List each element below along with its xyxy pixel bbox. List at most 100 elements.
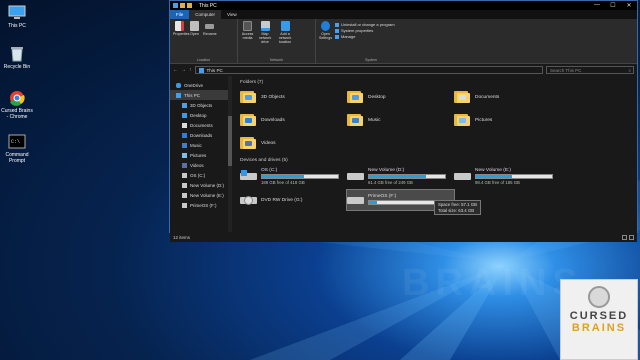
drive-dvd-g[interactable]: DVD RW Drive (G:): [240, 190, 347, 210]
nav-item-os-c[interactable]: OS (C:): [170, 170, 232, 180]
nav-item-label: Videos: [190, 162, 204, 168]
nav-item-volume-e[interactable]: New Volume (E:): [170, 190, 232, 200]
download-icon: [182, 132, 187, 138]
folder-videos[interactable]: Videos: [240, 134, 347, 152]
nav-item-label: 3D Objects: [190, 102, 213, 108]
new-folder-icon[interactable]: [187, 3, 192, 8]
folder-icon: [454, 90, 470, 104]
pictures-icon: [182, 152, 187, 158]
nav-item-music[interactable]: Music: [170, 140, 232, 150]
folder-desktop[interactable]: Desktop: [347, 88, 454, 106]
desktop-icon-label: This PC: [8, 23, 26, 29]
up-button[interactable]: ↑: [189, 67, 192, 73]
folder-pictures[interactable]: Pictures: [454, 111, 561, 129]
nav-item-3d-objects[interactable]: 3D Objects: [170, 100, 232, 110]
tab-computer[interactable]: Computer: [189, 10, 222, 19]
explorer-window: This PC — ☐ ✕ File Computer View Propert…: [169, 0, 638, 242]
nav-item-onedrive[interactable]: OneDrive: [170, 80, 232, 90]
nav-item-primeos-f[interactable]: PrimeOS (F:): [170, 200, 232, 210]
open-button[interactable]: Open: [188, 21, 201, 63]
title-bar[interactable]: This PC — ☐ ✕: [170, 1, 637, 10]
nav-item-label: Music: [190, 142, 202, 148]
minimize-button[interactable]: —: [589, 2, 605, 9]
properties-icon: [175, 21, 184, 31]
desktop-icon-chrome[interactable]: Cursed Brains - Chrome: [1, 90, 33, 120]
system-properties-label: System properties: [341, 28, 374, 33]
drive-label: PrimeOS (F:): [368, 194, 397, 199]
maximize-button[interactable]: ☐: [605, 2, 621, 9]
uninstall-program-button[interactable]: Uninstall or change a program: [335, 22, 395, 27]
forward-button[interactable]: →: [181, 67, 186, 73]
address-bar[interactable]: This PC: [194, 66, 543, 74]
search-input[interactable]: Search This PC ⌕: [546, 66, 634, 74]
dvd-icon: [240, 194, 258, 206]
desktop-icon-this-pc[interactable]: This PC: [1, 5, 33, 29]
system-properties-button[interactable]: System properties: [335, 28, 395, 33]
drive-icon: [347, 170, 365, 182]
folder-label: Documents: [475, 94, 500, 100]
ribbon-group-label: System: [365, 58, 377, 62]
nav-item-documents[interactable]: Documents: [170, 120, 232, 130]
access-media-button[interactable]: Access media: [241, 21, 254, 63]
folder-icon: [240, 136, 256, 150]
drive-free-space: 188 GB free of 418 GB: [261, 179, 305, 185]
drive-usage-bar: [261, 173, 339, 179]
tooltip-space-free: Space free: 57.1 GB: [438, 202, 477, 207]
folder-label: 3D Objects: [261, 94, 285, 100]
nav-item-downloads[interactable]: Downloads: [170, 130, 232, 140]
open-settings-button[interactable]: Open Settings: [319, 21, 332, 63]
quick-access-toolbar: [170, 3, 195, 8]
tab-view[interactable]: View: [221, 10, 243, 19]
drive-usage-bar: [475, 173, 553, 179]
drive-volume-d[interactable]: New Volume (D:) 61.4 GB free of 249 GB: [347, 166, 454, 186]
nav-item-label: This PC: [184, 92, 201, 98]
folder-documents[interactable]: Documents: [454, 88, 561, 106]
breadcrumb[interactable]: This PC: [207, 68, 223, 73]
documents-icon: [182, 122, 187, 128]
drive-volume-e[interactable]: New Volume (E:) 98.4 GB free of 185 GB: [454, 166, 561, 186]
cursed-brains-logo: CURSED BRAINS: [560, 279, 638, 360]
item-count: 12 items: [173, 234, 191, 240]
map-network-drive-button[interactable]: Map network drive: [256, 21, 274, 63]
manage-button[interactable]: Manage: [335, 34, 395, 39]
desktop-watermark: BRAINS: [402, 262, 584, 304]
computer-icon: [173, 3, 178, 8]
drive-icon: [182, 172, 187, 178]
rename-label: Rename: [203, 32, 217, 36]
drive-label: New Volume (E:): [475, 167, 511, 173]
add-network-location-button[interactable]: Add a network location: [276, 21, 294, 63]
nav-item-label: PrimeOS (F:): [190, 202, 217, 208]
nav-item-videos[interactable]: Videos: [170, 160, 232, 170]
lightbulb-icon: [588, 286, 610, 308]
desktop-icon: [182, 112, 187, 118]
drive-os-c[interactable]: OS (C:) 188 GB free of 418 GB: [240, 166, 347, 186]
folders-heading[interactable]: Folders (7): [240, 80, 629, 85]
folder-music[interactable]: Music: [347, 111, 454, 129]
nav-item-volume-d[interactable]: New Volume (D:): [170, 180, 232, 190]
drives-heading[interactable]: Devices and drives (5): [240, 158, 629, 163]
desktop-icon-command-prompt[interactable]: C:\ Command Prompt: [1, 134, 33, 164]
nav-item-this-pc[interactable]: This PC: [170, 90, 232, 100]
large-icons-view-button[interactable]: [629, 234, 634, 240]
nav-item-pictures[interactable]: Pictures: [170, 150, 232, 160]
computer-icon: [176, 92, 181, 98]
drive-label: New Volume (D:): [368, 167, 405, 173]
folder-downloads[interactable]: Downloads: [240, 111, 347, 129]
nav-item-desktop[interactable]: Desktop: [170, 110, 232, 120]
close-button[interactable]: ✕: [621, 2, 637, 9]
desktop-icon-recycle-bin[interactable]: Recycle Bin: [1, 46, 33, 70]
rename-button[interactable]: Rename: [203, 21, 217, 63]
folder-icon: [454, 113, 470, 127]
properties-icon[interactable]: [180, 3, 185, 8]
ribbon: Properties Open Rename Location Access m…: [170, 19, 637, 64]
folder-3d-objects[interactable]: 3D Objects: [240, 88, 347, 106]
back-button[interactable]: ←: [173, 67, 178, 73]
ribbon-tabs: File Computer View: [170, 10, 637, 19]
network-location-icon: [280, 21, 290, 31]
tab-file[interactable]: File: [170, 10, 190, 19]
window-title: This PC: [199, 2, 217, 9]
gear-icon: [321, 21, 330, 31]
properties-button[interactable]: Properties: [173, 21, 189, 63]
details-view-button[interactable]: [622, 234, 627, 240]
nav-item-label: New Volume (D:): [190, 182, 225, 188]
